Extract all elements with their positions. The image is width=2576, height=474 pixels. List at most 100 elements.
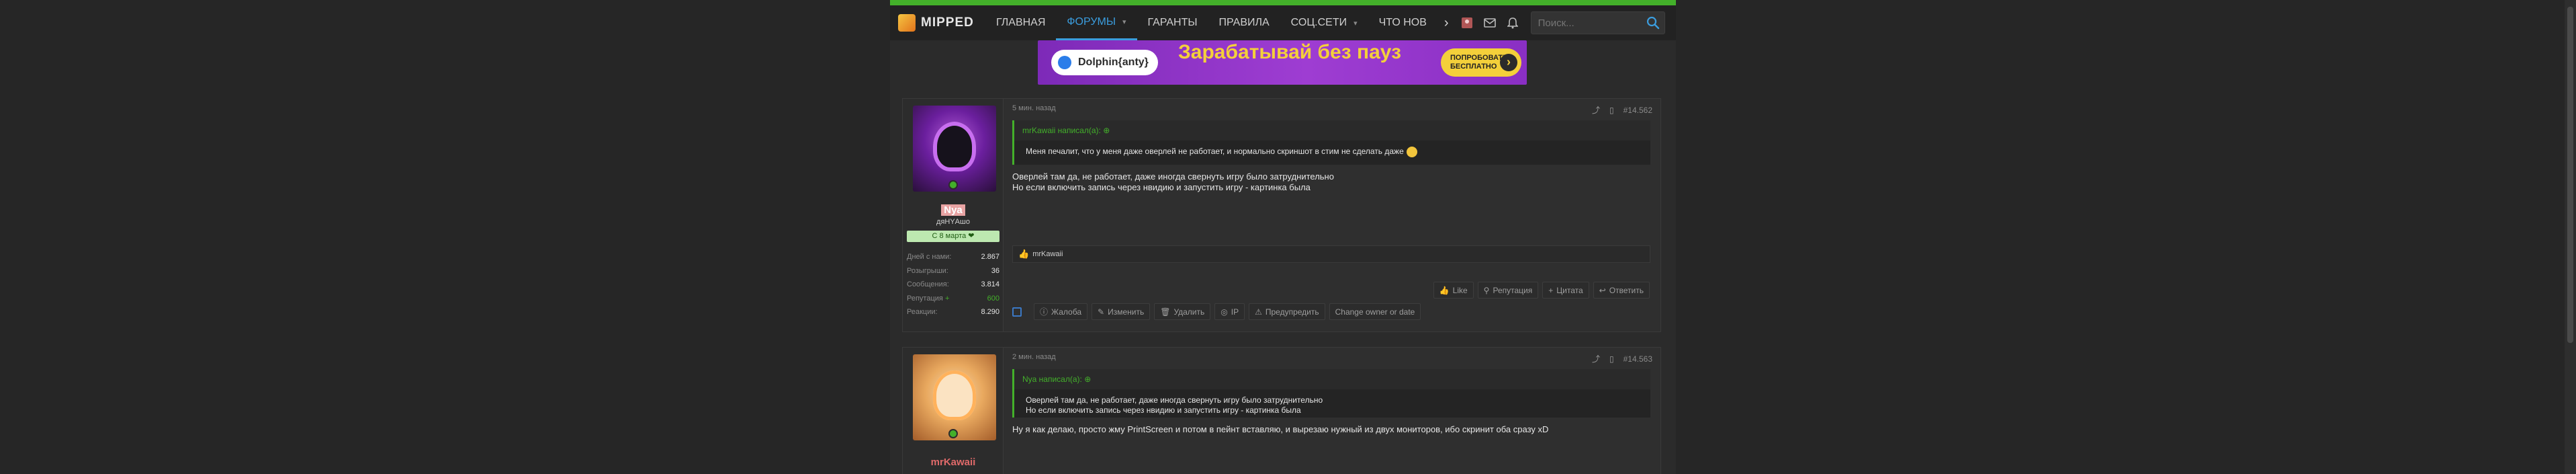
avatar-figure bbox=[933, 122, 976, 171]
nav-rules-label: ПРАВИЛА bbox=[1218, 17, 1270, 28]
warn-button[interactable]: ⚠ Предупредить bbox=[1249, 303, 1325, 320]
edit-icon: ✎ bbox=[1098, 307, 1105, 317]
quote-jump-icon[interactable]: ⊕ bbox=[1084, 374, 1091, 384]
post-number[interactable]: #14.563 bbox=[1624, 354, 1652, 364]
post-author-panel: Nya дяНYАшо С 8 марта ❤ Дней с нами: 2.86… bbox=[903, 99, 1004, 331]
bookmark-icon[interactable]: ▯ bbox=[1609, 354, 1614, 364]
delete-label: Удалить bbox=[1173, 307, 1205, 317]
post-header: 5 мин. назад ⤴ ▯ #14.562 bbox=[1012, 104, 1652, 115]
change-owner-label: Change owner or date bbox=[1335, 307, 1415, 317]
search-button[interactable] bbox=[1642, 11, 1664, 34]
change-owner-button[interactable]: Change owner or date bbox=[1329, 303, 1421, 320]
post-number[interactable]: #14.562 bbox=[1624, 106, 1652, 115]
nav-forums[interactable]: ФОРУМЫ ▾ bbox=[1056, 5, 1137, 40]
nav-home[interactable]: ГЛАВНАЯ bbox=[985, 5, 1056, 40]
banner-title: Зарабатывай без пауз bbox=[1178, 41, 1401, 63]
forum-post: Nya дяНYАшо С 8 марта ❤ Дней с нами: 2.86… bbox=[902, 98, 1661, 332]
avatar[interactable] bbox=[913, 354, 996, 440]
nav-guarantors-label: ГАРАНТЫ bbox=[1147, 17, 1198, 28]
quote-text: Оверлей там да, не работает, даже иногда… bbox=[1014, 389, 1650, 418]
nav-home-label: ГЛАВНАЯ bbox=[996, 17, 1046, 28]
inbox-icon[interactable] bbox=[1478, 5, 1501, 40]
ip-button[interactable]: ◎ IP bbox=[1214, 303, 1245, 320]
warning-icon: ⚠ bbox=[1255, 307, 1262, 317]
reply-button[interactable]: ↩ Ответить bbox=[1593, 282, 1650, 299]
post-body: 2 мин. назад ⤴ ▯ #14.563 Nya написал(а):… bbox=[1012, 348, 1652, 474]
search-icon bbox=[1646, 16, 1659, 30]
user-avatar-icon[interactable] bbox=[1456, 5, 1478, 40]
author-username[interactable]: Nya bbox=[903, 204, 1004, 216]
warn-label: Предупредить bbox=[1265, 307, 1319, 317]
nav-guarantors[interactable]: ГАРАНТЫ bbox=[1137, 5, 1208, 40]
nav-rules[interactable]: ПРАВИЛА bbox=[1208, 5, 1280, 40]
post-message: Ну я как делаю, просто жму PrintScreen и… bbox=[1012, 424, 1548, 435]
author-username-text: Nya bbox=[941, 204, 965, 216]
avatar-figure bbox=[933, 370, 976, 420]
search-input[interactable] bbox=[1531, 17, 1642, 29]
plus-icon: + bbox=[1548, 285, 1554, 295]
stat-row: Реакции: 8.290 bbox=[907, 305, 1000, 319]
stat-value: 36 bbox=[991, 266, 1000, 275]
post-actions: 👍 Like ⚲ Репутация + Цитата ↩ Ответить bbox=[1433, 282, 1650, 299]
quote-block: mrKawaii написал(а): ⊕ Меня печалит, что… bbox=[1012, 120, 1650, 165]
search-box[interactable] bbox=[1530, 11, 1665, 34]
ad-banner[interactable]: Dolphin{anty} Зарабатывай без пауз ПОПРО… bbox=[1038, 40, 1527, 85]
chevron-down-icon[interactable]: ▾ bbox=[1353, 19, 1358, 28]
nav-social[interactable]: СОЦ.СЕТИ ▾ bbox=[1280, 5, 1368, 40]
reputation-button[interactable]: ⚲ Репутация bbox=[1477, 282, 1539, 299]
site-logo[interactable]: MIPPED bbox=[898, 9, 985, 36]
search-icon: ⚲ bbox=[1483, 285, 1490, 295]
globe-icon: ◎ bbox=[1220, 307, 1228, 317]
author-username-text: mrKawaii bbox=[930, 457, 976, 468]
report-button[interactable]: ⓘ Жалоба bbox=[1034, 303, 1087, 320]
post-timestamp[interactable]: 5 мин. назад bbox=[1012, 104, 1056, 112]
share-icon[interactable]: ⤴ bbox=[1592, 353, 1600, 364]
post-tools: ⤴ ▯ #14.563 bbox=[1592, 353, 1652, 364]
quote-author[interactable]: mrKawaii написал(а): ⊕ bbox=[1022, 126, 1110, 135]
post-header: 2 мин. назад ⤴ ▯ #14.563 bbox=[1012, 353, 1652, 364]
stat-label: Розыгрыши: bbox=[907, 266, 948, 275]
stat-value: 600 bbox=[987, 294, 1000, 303]
quote-label: Цитата bbox=[1556, 285, 1583, 295]
stat-value: 3.814 bbox=[981, 280, 1000, 289]
thumbs-up-icon: 👍 bbox=[1018, 249, 1030, 259]
chevron-down-icon[interactable]: ▾ bbox=[1122, 17, 1126, 26]
banner-cta-button[interactable]: ПОПРОБОВАТЬ БЕСПЛАТНО bbox=[1441, 48, 1521, 77]
nav-scroll-right-icon[interactable]: › bbox=[1437, 15, 1456, 31]
quote-jump-icon[interactable]: ⊕ bbox=[1103, 126, 1110, 135]
online-status-icon bbox=[948, 429, 958, 438]
sad-emoji-icon bbox=[1406, 147, 1417, 157]
top-accent-bar bbox=[890, 0, 1676, 5]
nav-whats-new[interactable]: ЧТО НОВ bbox=[1368, 5, 1437, 40]
post-message-line: Оверлей там да, не работает, даже иногда… bbox=[1012, 171, 1334, 182]
reactions-bar[interactable]: 👍 mrKawaii bbox=[1012, 245, 1650, 263]
moderation-actions: ⓘ Жалоба ✎ Изменить 🗑 Удалить ◎ IP ⚠ Предупре… bbox=[1012, 303, 1421, 320]
stat-label: Репутация + bbox=[907, 294, 949, 303]
nav-whats-new-label: ЧТО НОВ bbox=[1378, 17, 1427, 28]
stat-value: 2.867 bbox=[981, 253, 1000, 262]
online-status-icon bbox=[948, 180, 958, 190]
page-scrollbar-thumb[interactable] bbox=[2567, 7, 2573, 343]
avatar[interactable] bbox=[913, 106, 996, 192]
left-background bbox=[0, 0, 890, 474]
select-post-checkbox[interactable] bbox=[1012, 307, 1022, 317]
quote-button[interactable]: + Цитата bbox=[1542, 282, 1589, 299]
author-badge: С 8 марта ❤ bbox=[907, 231, 1000, 242]
bell-icon[interactable] bbox=[1501, 5, 1524, 40]
quote-author-text: mrKawaii написал(а): bbox=[1022, 126, 1101, 135]
reaction-user[interactable]: mrKawaii bbox=[1032, 250, 1063, 258]
delete-button[interactable]: 🗑 Удалить bbox=[1154, 303, 1211, 320]
author-username[interactable]: mrKawaii bbox=[903, 457, 1004, 468]
right-background bbox=[1676, 0, 2576, 474]
edit-button[interactable]: ✎ Изменить bbox=[1092, 303, 1151, 320]
quote-text: Меня печалит, что у меня даже оверлей не… bbox=[1014, 141, 1650, 165]
post-body: 5 мин. назад ⤴ ▯ #14.562 mrKawaii написа… bbox=[1012, 99, 1652, 331]
report-label: Жалоба bbox=[1051, 307, 1081, 317]
bookmark-icon[interactable]: ▯ bbox=[1609, 106, 1614, 115]
thumbs-up-icon: 👍 bbox=[1439, 285, 1450, 295]
post-timestamp[interactable]: 2 мин. назад bbox=[1012, 353, 1056, 361]
share-icon[interactable]: ⤴ bbox=[1592, 104, 1600, 116]
quote-author-text: Nya написал(а): bbox=[1022, 374, 1082, 384]
quote-author[interactable]: Nya написал(а): ⊕ bbox=[1022, 374, 1091, 384]
like-button[interactable]: 👍 Like bbox=[1433, 282, 1474, 299]
